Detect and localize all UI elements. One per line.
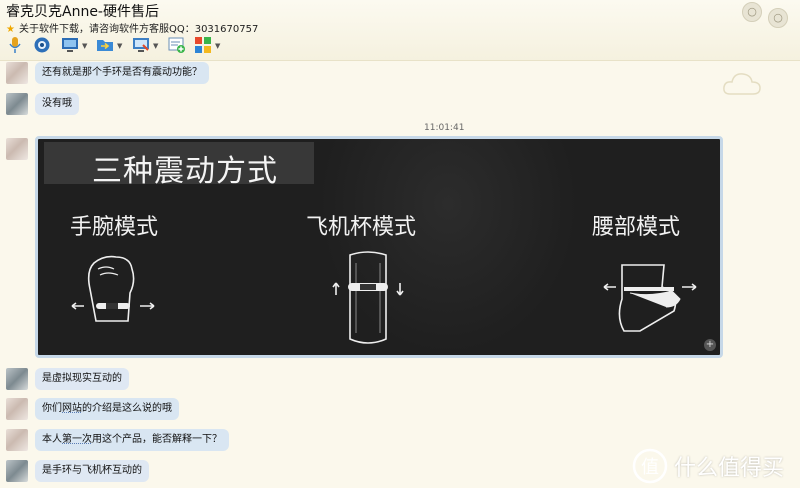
screen-share-icon[interactable] <box>61 36 79 54</box>
avatar[interactable] <box>6 138 28 160</box>
zoom-in-icon[interactable]: + <box>704 339 716 351</box>
window-title: 睿克贝克Anne-硬件售后 <box>6 4 159 20</box>
message-timestamp: 11:01:41 <box>424 123 465 133</box>
chevron-down-icon[interactable]: ▼ <box>153 42 158 50</box>
watermark-logo-icon: 值 <box>632 448 668 484</box>
message-bubble: 你们网站的介绍是这么说的哦 <box>35 398 179 420</box>
mode-label-cup: 飞机杯模式 <box>306 215 417 240</box>
avatar[interactable] <box>6 93 28 115</box>
watermark: 值 什么值得买 <box>632 448 784 488</box>
watermark-logo-text: 值 <box>641 457 659 478</box>
apps-grid-icon[interactable] <box>194 36 212 54</box>
message-text: 的介绍是这么说的哦 <box>82 403 172 414</box>
cloud-icon <box>722 70 762 102</box>
message-bubble: 是虚拟现实互动的 <box>35 368 129 390</box>
minimize-circle-icon[interactable]: ○ <box>742 2 762 22</box>
waist-illustration <box>603 264 697 332</box>
mode-label-waist: 腰部模式 <box>592 215 681 240</box>
image-banner: 三种震动方式 <box>44 142 314 189</box>
microphone-icon[interactable] <box>6 36 24 54</box>
avatar[interactable] <box>6 62 28 84</box>
message-bubble: 本人第一次用这个产品，能否解释一下？ <box>35 429 229 451</box>
star-icon: ★ <box>6 24 15 35</box>
message-link-text[interactable]: 第一次 <box>62 434 92 445</box>
chevron-down-icon[interactable]: ▼ <box>117 42 122 50</box>
contact-signature: ★ 关于软件下载，请咨询软件方客服QQ：3031670757 <box>6 20 258 35</box>
watermark-text: 什么值得买 <box>674 456 785 481</box>
remote-desktop-icon[interactable] <box>132 36 150 54</box>
message-bubble: 是手环与飞机杯互动的 <box>35 460 149 482</box>
wrist-illustration <box>71 255 155 322</box>
avatar[interactable] <box>6 429 28 451</box>
chat-header: 睿克贝克Anne-硬件售后 ★ 关于软件下载，请咨询软件方客服QQ：3031670… <box>0 0 800 61</box>
message-link-text[interactable]: 网站 <box>62 403 82 414</box>
chevron-down-icon[interactable]: ▼ <box>82 42 87 50</box>
mode-label-wrist: 手腕模式 <box>70 215 159 240</box>
avatar[interactable] <box>6 368 28 390</box>
image-message[interactable]: 三种震动方式 手腕模式 飞机杯模式 腰部模式 + <box>35 136 723 358</box>
expand-circle-icon[interactable]: ○ <box>768 8 788 28</box>
message-text: 用这个产品，能否解释一下？ <box>92 434 222 445</box>
cup-illustration <box>332 251 404 344</box>
message-text: 你们 <box>42 403 62 414</box>
message-bubble: 没有哦 <box>35 93 79 115</box>
message-bubble: 还有就是那个手环是否有震动功能？ <box>35 62 209 84</box>
file-transfer-icon[interactable] <box>96 36 114 54</box>
message-text: 本人 <box>42 434 62 445</box>
add-app-icon[interactable] <box>168 36 186 54</box>
signature-text: 关于软件下载，请咨询软件方客服QQ：3031670757 <box>18 24 259 35</box>
avatar[interactable] <box>6 460 28 482</box>
chevron-down-icon[interactable]: ▼ <box>215 42 220 50</box>
avatar[interactable] <box>6 398 28 420</box>
camera-icon[interactable] <box>33 36 51 54</box>
image-banner-text: 三种震动方式 <box>92 154 278 189</box>
